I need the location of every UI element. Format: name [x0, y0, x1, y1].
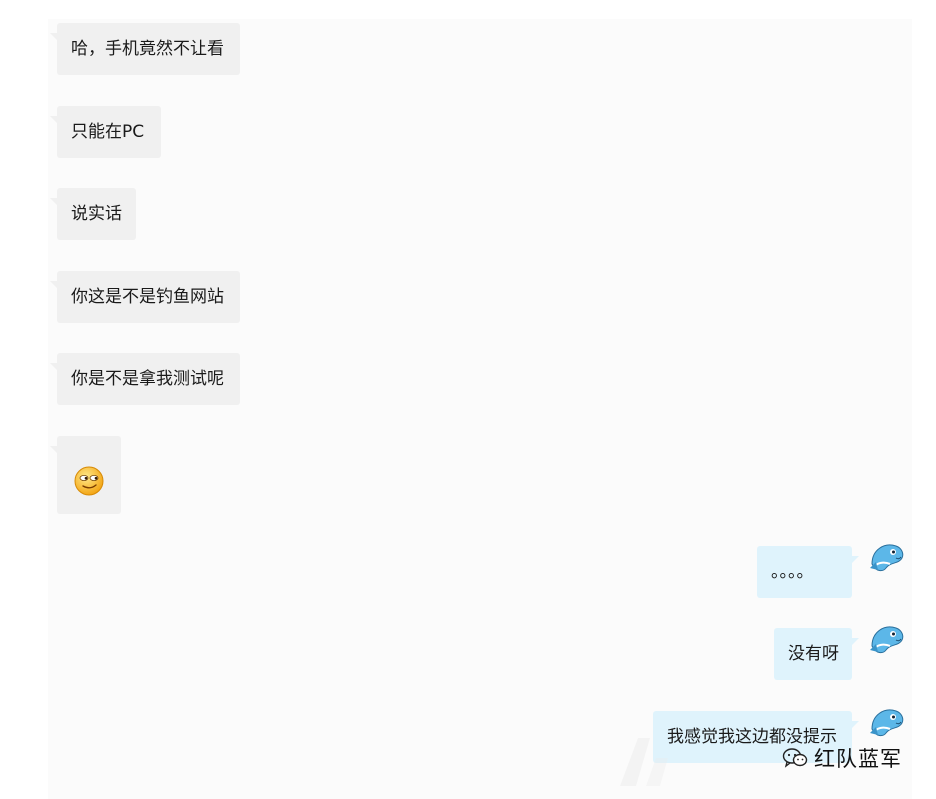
chat-panel: [48, 19, 912, 799]
message-text: 没有呀: [788, 644, 839, 664]
message-text: 。。。。: [771, 562, 814, 582]
message-text: 你是不是拿我测试呢: [71, 369, 224, 389]
message-text: 只能在PC: [71, 122, 145, 142]
account-watermark: 红队蓝军: [782, 742, 902, 774]
outgoing-message[interactable]: 没有呀: [774, 628, 859, 680]
wechat-icon: [782, 748, 808, 768]
dolphin-avatar-icon[interactable]: [866, 620, 906, 660]
dolphin-avatar-icon[interactable]: [866, 538, 906, 578]
outgoing-message[interactable]: 。。。。: [757, 546, 859, 598]
incoming-message[interactable]: 说实话: [50, 188, 136, 240]
dolphin-avatar-icon[interactable]: [866, 703, 906, 743]
message-text: 你这是不是钓鱼网站: [71, 287, 224, 307]
message-text: 哈，手机竟然不让看: [71, 39, 224, 59]
incoming-emoji-message[interactable]: [50, 436, 121, 514]
incoming-message[interactable]: 哈，手机竟然不让看: [50, 23, 240, 75]
incoming-message[interactable]: 只能在PC: [50, 106, 161, 158]
faded-logo-watermark: [620, 738, 668, 786]
smirk-face-emoji-icon: [74, 466, 104, 496]
incoming-message[interactable]: 你这是不是钓鱼网站: [50, 271, 240, 323]
incoming-message[interactable]: 你是不是拿我测试呢: [50, 353, 240, 405]
message-text: 说实话: [71, 204, 122, 224]
watermark-brand-text: 红队蓝军: [814, 747, 902, 771]
